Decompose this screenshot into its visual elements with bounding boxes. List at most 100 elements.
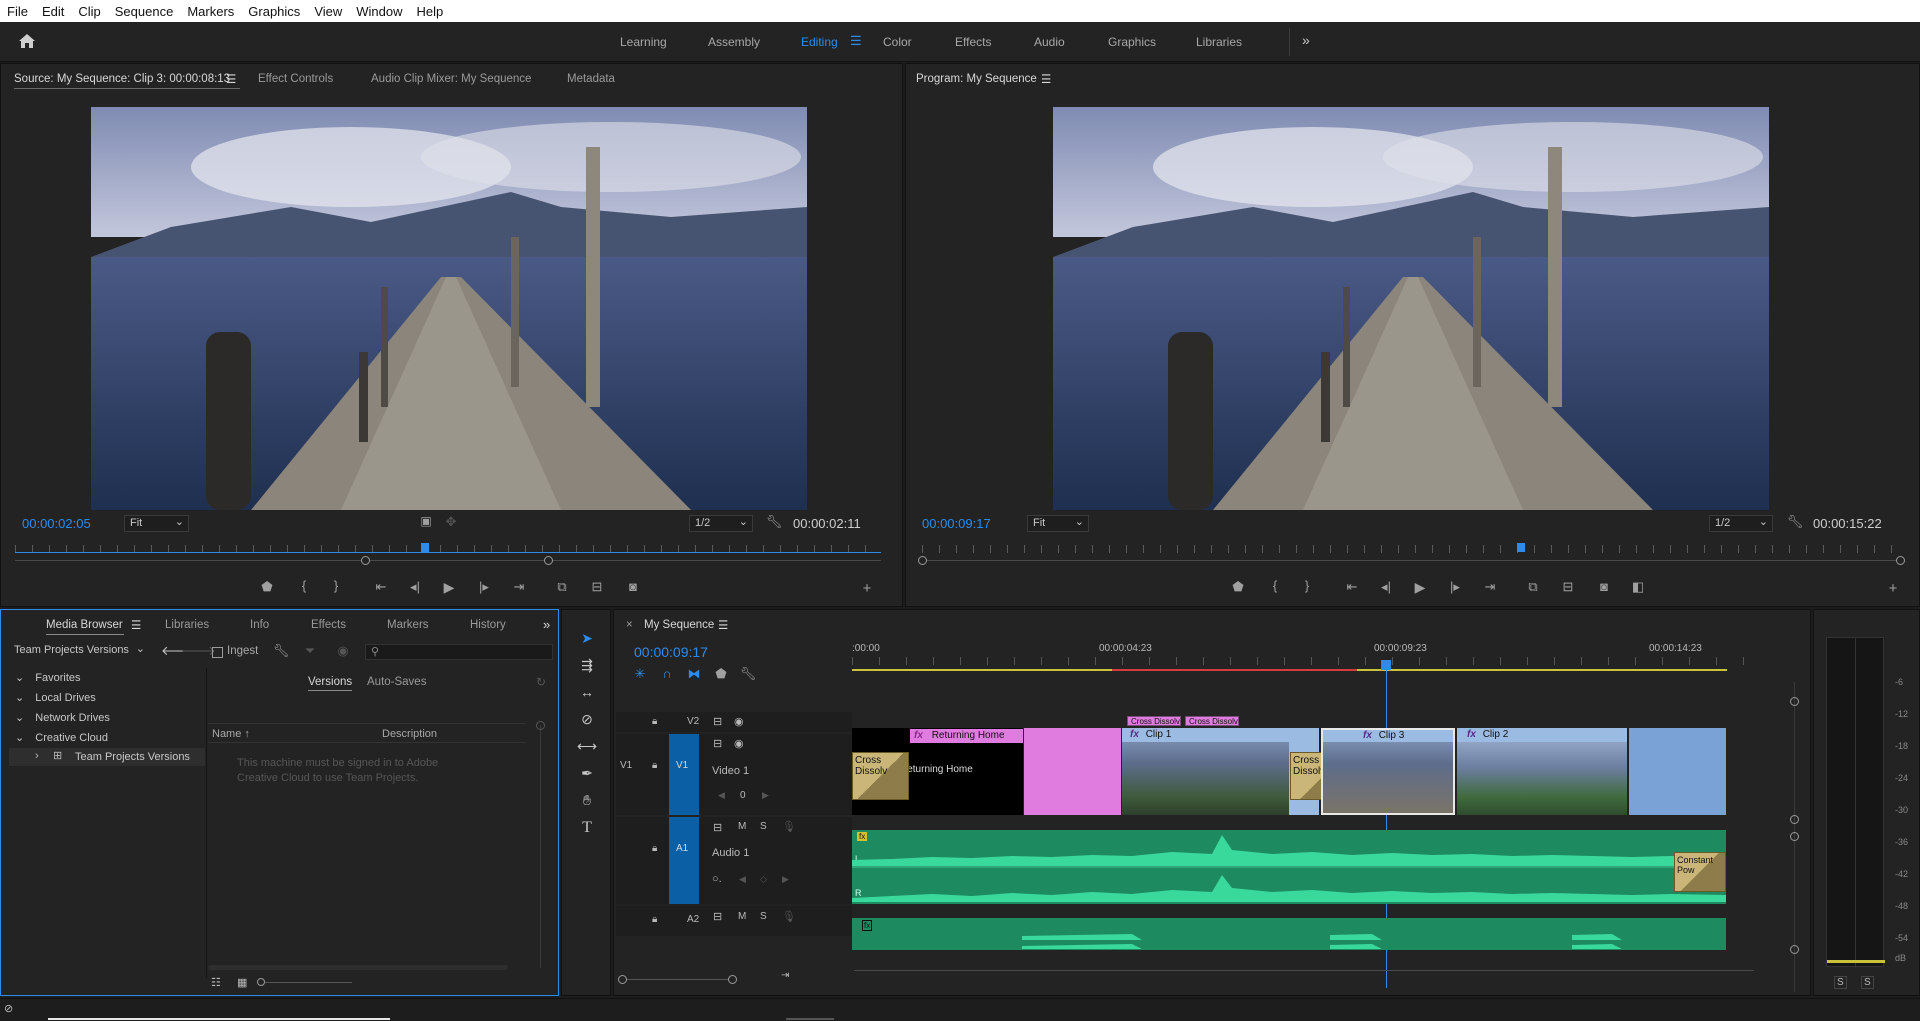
lift-icon[interactable]: ⧉	[1523, 579, 1543, 595]
menu-window[interactable]: Window	[349, 4, 409, 19]
step-forward-icon[interactable]: |▸	[1445, 579, 1465, 595]
program-playhead[interactable]	[1517, 543, 1525, 552]
search-input[interactable]: ⚲	[365, 644, 553, 660]
workspace-graphics[interactable]: Graphics	[1108, 35, 1156, 49]
back-arrow-icon[interactable]: 🡐	[161, 643, 196, 659]
tab-libraries[interactable]: Libraries	[165, 619, 209, 631]
location-select[interactable]: Team Projects Versions	[9, 642, 149, 660]
play-icon[interactable]: ▶	[1410, 579, 1430, 596]
track-height-slider[interactable]	[622, 979, 732, 980]
scroll-handle[interactable]	[1790, 697, 1799, 706]
track-label-v2[interactable]: V2	[687, 716, 699, 727]
scroll-handle[interactable]	[536, 721, 545, 730]
tab-metadata[interactable]: Metadata	[567, 73, 615, 85]
source-current-timecode[interactable]: 00:00:02:05	[22, 516, 91, 531]
lock-icon[interactable]: 🔒︎	[652, 760, 657, 771]
tab-source[interactable]: Source: My Sequence: Clip 3: 00:00:08:13	[14, 73, 230, 85]
audio-clip-a1[interactable]: fx L R	[852, 830, 1726, 904]
prev-keyframe-icon[interactable]: ◀	[718, 790, 725, 801]
menu-sequence[interactable]: Sequence	[108, 4, 181, 19]
home-icon[interactable]	[18, 33, 36, 49]
workspace-editing[interactable]: Editing	[801, 35, 838, 49]
clip-clip-2[interactable]: fx Clip 2	[1457, 728, 1627, 815]
scroll-handle[interactable]	[1790, 945, 1799, 954]
workspace-libraries[interactable]: Libraries	[1196, 35, 1242, 49]
go-to-out-icon[interactable]: ⇥	[509, 579, 529, 595]
drag-icon[interactable]: ✥	[441, 514, 461, 530]
marker-icon[interactable]: ⬟	[257, 579, 277, 595]
source-resolution-select[interactable]: 1/2	[689, 515, 753, 532]
filter-icon[interactable]: ⏷	[300, 643, 320, 659]
lock-icon[interactable]: 🔒︎	[652, 843, 657, 854]
program-zoom-select[interactable]: Fit	[1027, 515, 1089, 532]
program-zoom-bar[interactable]	[922, 560, 1902, 561]
tree-item-favorites[interactable]: ⌄ Favorites	[15, 671, 81, 684]
microphone-icon[interactable]: 🎙︎	[782, 820, 796, 833]
tab-my-sequence[interactable]: My Sequence	[644, 619, 714, 631]
timeline-playhead-handle[interactable]	[1381, 660, 1391, 670]
tab-auto-saves[interactable]: Auto-Saves	[367, 676, 426, 688]
go-to-in-icon[interactable]: ⇤	[1342, 579, 1362, 595]
tab-media-browser[interactable]: Media Browser	[46, 619, 123, 631]
horizontal-scrollbar[interactable]	[208, 965, 508, 970]
zoom-handle-left[interactable]	[361, 556, 370, 565]
tab-info[interactable]: Info	[250, 619, 269, 631]
wrench-icon[interactable]: 🔧︎	[764, 514, 784, 530]
list-view-icon[interactable]: ☷	[211, 976, 221, 989]
tab-versions[interactable]: Versions	[308, 676, 353, 691]
column-name[interactable]: Name ↑	[212, 728, 250, 740]
menu-help[interactable]: Help	[410, 4, 451, 19]
mark-in-icon[interactable]: {	[294, 578, 314, 593]
program-time-ruler[interactable]	[922, 539, 1902, 553]
transition-cross-dissolve-1[interactable]: Cross Dissolv	[852, 752, 909, 800]
eye-icon[interactable]: ◉	[333, 643, 353, 659]
clip-returning-home[interactable]: fx Returning Home	[910, 729, 1023, 743]
workspace-menu-icon[interactable]: ☰	[850, 33, 862, 49]
source-zoom-bar[interactable]	[15, 560, 881, 561]
hand-tool-icon[interactable]: ✋︎	[575, 792, 599, 809]
clip-pink-graphic[interactable]	[1024, 728, 1121, 815]
step-back-icon[interactable]: ◂|	[405, 579, 425, 595]
icon-view-icon[interactable]: ▦	[237, 976, 247, 989]
panel-menu-icon[interactable]: ☰	[1041, 72, 1051, 86]
program-resolution-select[interactable]: 1/2	[1709, 515, 1773, 532]
comparison-view-icon[interactable]: ◧	[1628, 579, 1648, 595]
tree-item-team-projects[interactable]: › ⊞ Team Projects Versions	[9, 748, 205, 766]
panel-menu-icon[interactable]: ☰	[718, 618, 728, 632]
insert-icon[interactable]: ⧉	[552, 579, 572, 595]
tab-history[interactable]: History	[470, 619, 506, 631]
add-marker-icon[interactable]: ⬟	[711, 666, 731, 682]
mark-out-icon[interactable]: }	[326, 578, 346, 593]
solo-button[interactable]: S	[760, 821, 767, 832]
source-video-frame[interactable]	[91, 107, 807, 510]
scroll-handle[interactable]	[1790, 815, 1799, 824]
step-forward-icon[interactable]: |▸	[474, 579, 494, 595]
timeline-ruler[interactable]: :00:00 00:00:04:23 00:00:09:23 00:00:14:…	[852, 638, 1752, 688]
panel-menu-icon[interactable]: ☰	[226, 72, 236, 86]
source-time-ruler[interactable]	[15, 539, 881, 553]
lock-icon[interactable]: 🔒︎	[652, 716, 657, 727]
toggle-sync-icon[interactable]: ⊟	[713, 910, 722, 923]
nest-icon[interactable]: ✳	[630, 666, 650, 682]
toggle-sync-icon[interactable]: ⊟	[713, 715, 722, 728]
double-chevron-right-icon[interactable]: »	[543, 617, 550, 632]
vertical-scrollbar[interactable]	[540, 725, 541, 968]
ripple-edit-tool-icon[interactable]: ↔	[575, 684, 599, 700]
track-name-audio-1[interactable]: Audio 1	[712, 847, 749, 859]
track-name-video-1[interactable]: Video 1	[712, 765, 749, 777]
workspace-audio[interactable]: Audio	[1034, 35, 1065, 49]
menu-clip[interactable]: Clip	[71, 4, 107, 19]
step-back-icon[interactable]: ◂|	[1376, 579, 1396, 595]
mute-button[interactable]: M	[738, 911, 746, 922]
tab-effects[interactable]: Effects	[311, 619, 346, 631]
tree-item-network-drives[interactable]: ⌄ Network Drives	[15, 711, 110, 724]
tab-audio-clip-mixer[interactable]: Audio Clip Mixer: My Sequence	[371, 73, 531, 85]
track-select-tool-icon[interactable]: ⇶	[575, 657, 599, 674]
solo-button[interactable]: S	[760, 911, 767, 922]
slider-handle[interactable]	[257, 978, 265, 986]
tab-effect-controls[interactable]: Effect Controls	[258, 73, 333, 85]
clip-blue-end[interactable]	[1629, 728, 1726, 815]
v2-transition-2[interactable]: Cross Dissolv	[1185, 716, 1239, 726]
mute-button[interactable]: M	[738, 821, 746, 832]
slip-tool-icon[interactable]: ⟷	[575, 738, 599, 755]
